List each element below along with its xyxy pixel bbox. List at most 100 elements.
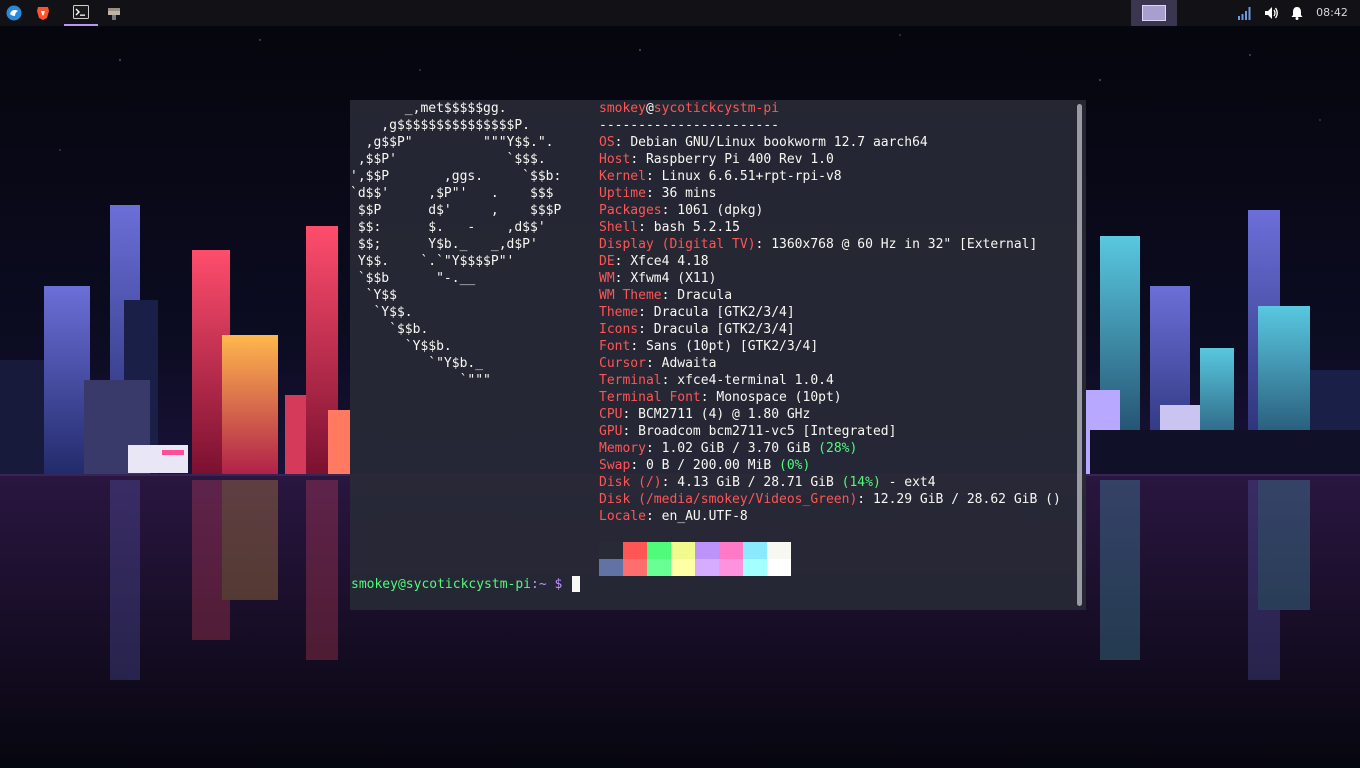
brave-browser-icon[interactable]: [30, 0, 56, 26]
info-value: Adwaita: [661, 356, 717, 371]
palette-row-bright: [599, 559, 791, 576]
clock[interactable]: 08:42: [1310, 0, 1354, 26]
notification-bell-icon[interactable]: [1284, 0, 1310, 26]
info-key: Packages: [599, 203, 662, 218]
color-swatch: [767, 559, 791, 576]
info-key: WM: [599, 271, 615, 286]
info-value: Xfce4 4.18: [630, 254, 709, 269]
info-colon: :: [614, 271, 631, 286]
info-row: Host: Raspberry Pi 400 Rev 1.0: [599, 151, 1079, 168]
info-colon: :: [630, 152, 646, 167]
disk-percent: (14%): [841, 475, 881, 490]
info-key: Theme: [599, 305, 639, 320]
info-key: Memory: [599, 441, 646, 456]
info-value: BCM2711 (4) @ 1.80 GHz: [638, 407, 811, 422]
info-key: Terminal Font: [599, 390, 701, 405]
text-cursor: [572, 576, 581, 592]
info-key: DE: [599, 254, 615, 269]
palette-row-normal: [599, 542, 791, 559]
info-colon: :: [638, 322, 654, 337]
info-row: Icons: Dracula [GTK2/3/4]: [599, 321, 1079, 338]
info-key: Locale: [599, 509, 646, 524]
shell-prompt[interactable]: smokey@sycotickcystm-pi:~ $: [351, 576, 581, 593]
info-row: OS: Debian GNU/Linux bookworm 12.7 aarch…: [599, 134, 1079, 151]
info-key: Uptime: [599, 186, 646, 201]
info-value: 4.13 GiB / 28.71 GiB: [677, 475, 842, 490]
scrollbar[interactable]: [1077, 104, 1082, 606]
info-key: Display (Digital TV): [599, 237, 756, 252]
network-signal-icon[interactable]: [1232, 0, 1258, 26]
debian-ascii-logo: _,met$$$$$gg. ,g$$$$$$$$$$$$$$$P. ,g$$P"…: [350, 100, 590, 389]
info-value: Sans (10pt) [GTK2/3/4]: [645, 339, 819, 354]
info-row-memory: Memory: 1.02 GiB / 3.70 GiB (28%): [599, 441, 858, 456]
logo-line: $$: $. - ,d$$': [350, 220, 546, 235]
info-row-locale: Locale: en_AU.UTF-8: [599, 509, 748, 524]
info-value: 1.02 GiB / 3.70 GiB: [661, 441, 819, 456]
info-row: WM: Xfwm4 (X11): [599, 270, 1079, 287]
info-value: Debian GNU/Linux bookworm 12.7 aarch64: [630, 135, 928, 150]
info-row: GPU: Broadcom bcm2711-vc5 [Integrated]: [599, 423, 1079, 440]
app-menu-icon[interactable]: [1, 0, 27, 26]
system-info: smokey@sycotickcystm-pi ----------------…: [599, 100, 1079, 525]
info-key: GPU: [599, 424, 623, 439]
color-swatch: [767, 542, 791, 559]
color-swatch: [599, 559, 623, 576]
info-colon: :: [661, 373, 678, 388]
info-colon: :: [645, 186, 662, 201]
info-value: en_AU.UTF-8: [661, 509, 748, 524]
hostname: sycotickcystm-pi: [653, 101, 780, 116]
volume-icon[interactable]: [1258, 0, 1284, 26]
logo-line: `d$$' ,$P"' . $$$: [350, 186, 554, 201]
info-colon: :: [638, 220, 654, 235]
color-swatch: [623, 559, 647, 576]
info-value: Xfwm4 (X11): [630, 271, 717, 286]
color-palette: [599, 542, 791, 576]
file-manager-icon[interactable]: [101, 0, 127, 26]
info-key: Icons: [599, 322, 639, 337]
terminal-icon[interactable]: [64, 0, 98, 26]
info-key: Cursor: [599, 356, 646, 371]
color-swatch: [743, 542, 767, 559]
info-row-disk2: Disk (/media/smokey/Videos_Green): 12.29…: [599, 492, 1061, 507]
logo-line: $$P d$' , $$$P: [350, 203, 562, 218]
terminal-window[interactable]: _,met$$$$$gg. ,g$$$$$$$$$$$$$$$P. ,g$$P"…: [350, 100, 1086, 610]
info-colon: :: [614, 254, 631, 269]
color-swatch: [719, 542, 743, 559]
info-key: Font: [599, 339, 631, 354]
at-sign: @: [645, 101, 654, 116]
workspace-1[interactable]: [1142, 5, 1166, 21]
info-row: Kernel: Linux 6.6.51+rpt-rpi-v8: [599, 168, 1079, 185]
color-swatch: [599, 542, 623, 559]
info-row: WM Theme: Dracula: [599, 287, 1079, 304]
info-value: Dracula [GTK2/3/4]: [653, 322, 795, 337]
info-row: Cursor: Adwaita: [599, 355, 1079, 372]
info-colon: :: [622, 424, 639, 439]
info-colon: :: [661, 288, 678, 303]
info-row: Shell: bash 5.2.15: [599, 219, 1079, 236]
info-key: Swap: [599, 458, 631, 473]
info-value: Dracula [GTK2/3/4]: [653, 305, 795, 320]
info-key: Disk (/media/smokey/Videos_Green): [599, 492, 858, 507]
info-value: 36 mins: [661, 186, 717, 201]
logo-line: ,g$$$$$$$$$$$$$$$P.: [350, 118, 531, 133]
info-key: Disk (/): [599, 475, 662, 490]
username: smokey: [599, 101, 646, 116]
workspace-switcher[interactable]: [1131, 0, 1177, 26]
info-value: 1061 (dpkg): [677, 203, 764, 218]
logo-line: `"Y$b._: [350, 356, 484, 371]
info-row: Uptime: 36 mins: [599, 185, 1079, 202]
separator-line: -----------------------: [599, 118, 780, 133]
info-value: 1360x768 @ 60 Hz in 32" [External]: [771, 237, 1038, 252]
logo-line: ',$$P ,ggs. `$$b:: [350, 169, 562, 184]
system-tray: [1232, 0, 1310, 26]
logo-line: _,met$$$$$gg.: [350, 101, 507, 116]
color-swatch: [671, 542, 695, 559]
color-swatch: [719, 559, 743, 576]
info-colon: :: [661, 203, 678, 218]
info-key: Shell: [599, 220, 639, 235]
color-swatch: [647, 559, 671, 576]
info-value: Dracula: [677, 288, 733, 303]
info-key: Host: [599, 152, 631, 167]
logo-line: `""": [350, 373, 491, 388]
logo-line: ,$$P' `$$$.: [350, 152, 546, 167]
